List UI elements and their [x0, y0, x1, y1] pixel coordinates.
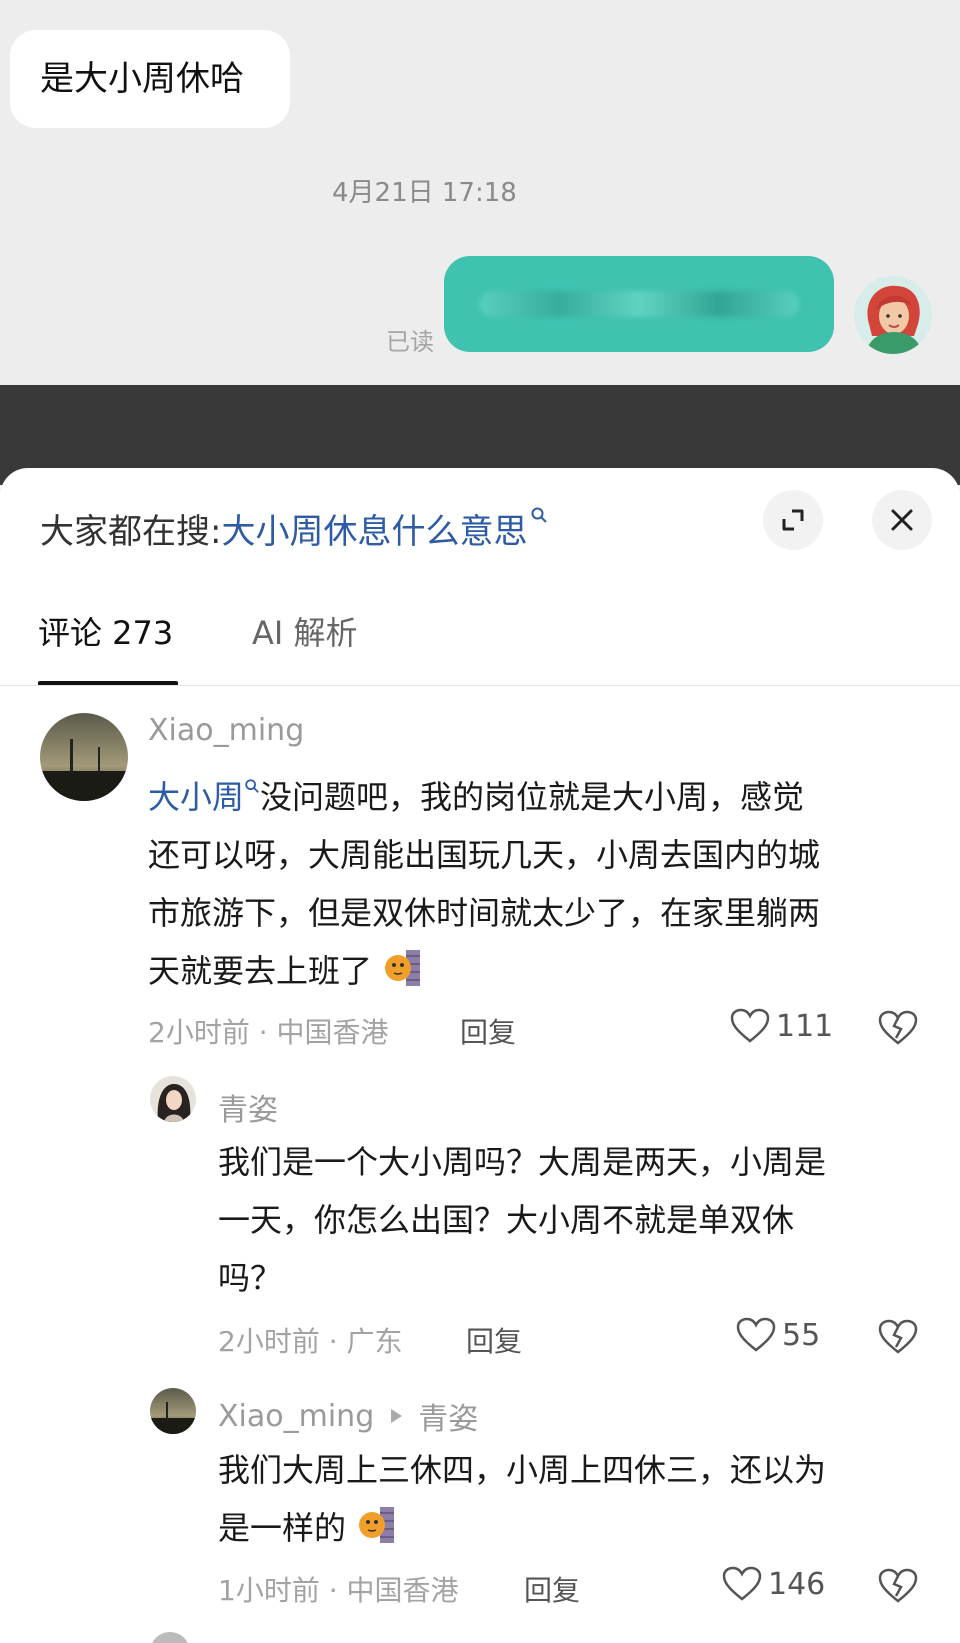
- avatar[interactable]: [40, 713, 128, 801]
- avatar-illustration-icon: [854, 276, 932, 354]
- trending-search-prefix: 大家都在搜:: [40, 512, 222, 552]
- comment-meta: 1小时前 · 中国香港: [218, 1574, 459, 1607]
- like-button[interactable]: 146: [722, 1566, 825, 1602]
- comment-text: 我们是一个大小周吗？大周是两天，小周是 一天，你怎么出国？大小周不就是单双休 吗…: [218, 1133, 918, 1307]
- search-icon: [245, 779, 259, 793]
- like-count: 146: [768, 1566, 826, 1602]
- close-button[interactable]: [872, 490, 932, 550]
- trending-search-query[interactable]: 大小周休息什么意思: [221, 504, 527, 553]
- broken-heart-icon: [878, 1010, 918, 1045]
- reply-button[interactable]: 回复: [524, 1569, 580, 1609]
- broken-heart-icon: [878, 1319, 918, 1354]
- comment-line: 没问题吧，我的岗位就是大小周，感觉: [260, 778, 805, 816]
- tab-comments[interactable]: 评论 273: [38, 608, 173, 654]
- like-count: 111: [776, 1008, 834, 1044]
- heart-icon: [730, 1008, 770, 1043]
- like-count: 55: [782, 1317, 821, 1353]
- wall-peek-emoji-icon: [359, 1507, 395, 1543]
- dislike-button[interactable]: [878, 1010, 918, 1050]
- comment-line: 天就要去上班了: [148, 952, 373, 990]
- comment-text: 大小周 没问题吧，我的岗位就是大小周，感觉 还可以呀，大周能出国玩几天，小周去国内…: [148, 768, 928, 1000]
- comment-line: 我们大周上三休四，小周上四休三，还以为: [218, 1451, 827, 1489]
- comment-search-link[interactable]: 大小周: [148, 778, 244, 816]
- comment-line: 市旅游下，但是双休时间就太少了，在家里躺两: [148, 894, 821, 932]
- my-avatar[interactable]: [854, 276, 932, 354]
- comment-username[interactable]: Xiao_ming: [148, 713, 304, 748]
- close-icon: [891, 509, 913, 531]
- comment-line: 还可以呀，大周能出国玩几天，小周去国内的城: [148, 836, 821, 874]
- outgoing-message-bubble[interactable]: [444, 256, 834, 352]
- trending-search[interactable]: 大家都在搜: 大小周休息什么意思: [40, 504, 548, 553]
- expand-icon: [782, 509, 804, 531]
- heart-icon: [722, 1566, 762, 1601]
- comment-tabs: 评论 273 AI 解析: [0, 608, 960, 678]
- reply-button[interactable]: 回复: [466, 1320, 522, 1360]
- dislike-button[interactable]: [878, 1568, 918, 1608]
- dislike-button[interactable]: [878, 1319, 918, 1359]
- comment-line: 一天，你怎么出国？大小周不就是单双休: [218, 1201, 795, 1239]
- blurred-message-text: [479, 291, 799, 317]
- incoming-message-bubble[interactable]: 是大小周休哈: [10, 30, 290, 128]
- tab-divider: [0, 685, 960, 686]
- comment-username[interactable]: 青姿: [218, 1085, 278, 1129]
- read-status: 已读: [386, 328, 434, 356]
- chat-area: 是大小周休哈 4月21日 17:18 已读: [0, 0, 960, 385]
- search-icon: [531, 507, 548, 523]
- comment-meta: 2小时前 · 中国香港: [148, 1016, 389, 1049]
- comment-line: 吗？: [218, 1259, 283, 1297]
- comment-meta: 2小时前 · 广东: [218, 1325, 403, 1358]
- reply-arrow-icon: [391, 1409, 403, 1423]
- broken-heart-icon: [878, 1568, 918, 1603]
- expand-button[interactable]: [763, 490, 823, 550]
- avatar-landscape-icon: [40, 713, 128, 801]
- like-button[interactable]: 55: [736, 1317, 820, 1353]
- wall-peek-emoji-icon: [385, 950, 421, 986]
- comment-line: 我们是一个大小周吗？大周是两天，小周是: [218, 1143, 827, 1181]
- reply-thread-header: Xiao_ming 青姿: [218, 1394, 478, 1438]
- heart-icon: [736, 1317, 776, 1352]
- avatar-portrait-icon: [150, 1076, 196, 1122]
- tab-ai-analysis[interactable]: AI 解析: [252, 608, 358, 654]
- like-button[interactable]: 111: [730, 1008, 833, 1044]
- comment-line: 是一样的: [218, 1509, 347, 1547]
- avatar[interactable]: [150, 1076, 196, 1122]
- comment-username[interactable]: Xiao_ming: [218, 1399, 374, 1434]
- chat-timestamp: 4月21日 17:18: [332, 178, 517, 208]
- avatar[interactable]: [150, 1388, 196, 1434]
- comment-text: 我们大周上三休四，小周上四休三，还以为 是一样的: [218, 1441, 918, 1557]
- reply-to-username[interactable]: 青姿: [418, 1394, 478, 1438]
- avatar-landscape-icon: [150, 1388, 196, 1434]
- reply-button[interactable]: 回复: [460, 1011, 516, 1051]
